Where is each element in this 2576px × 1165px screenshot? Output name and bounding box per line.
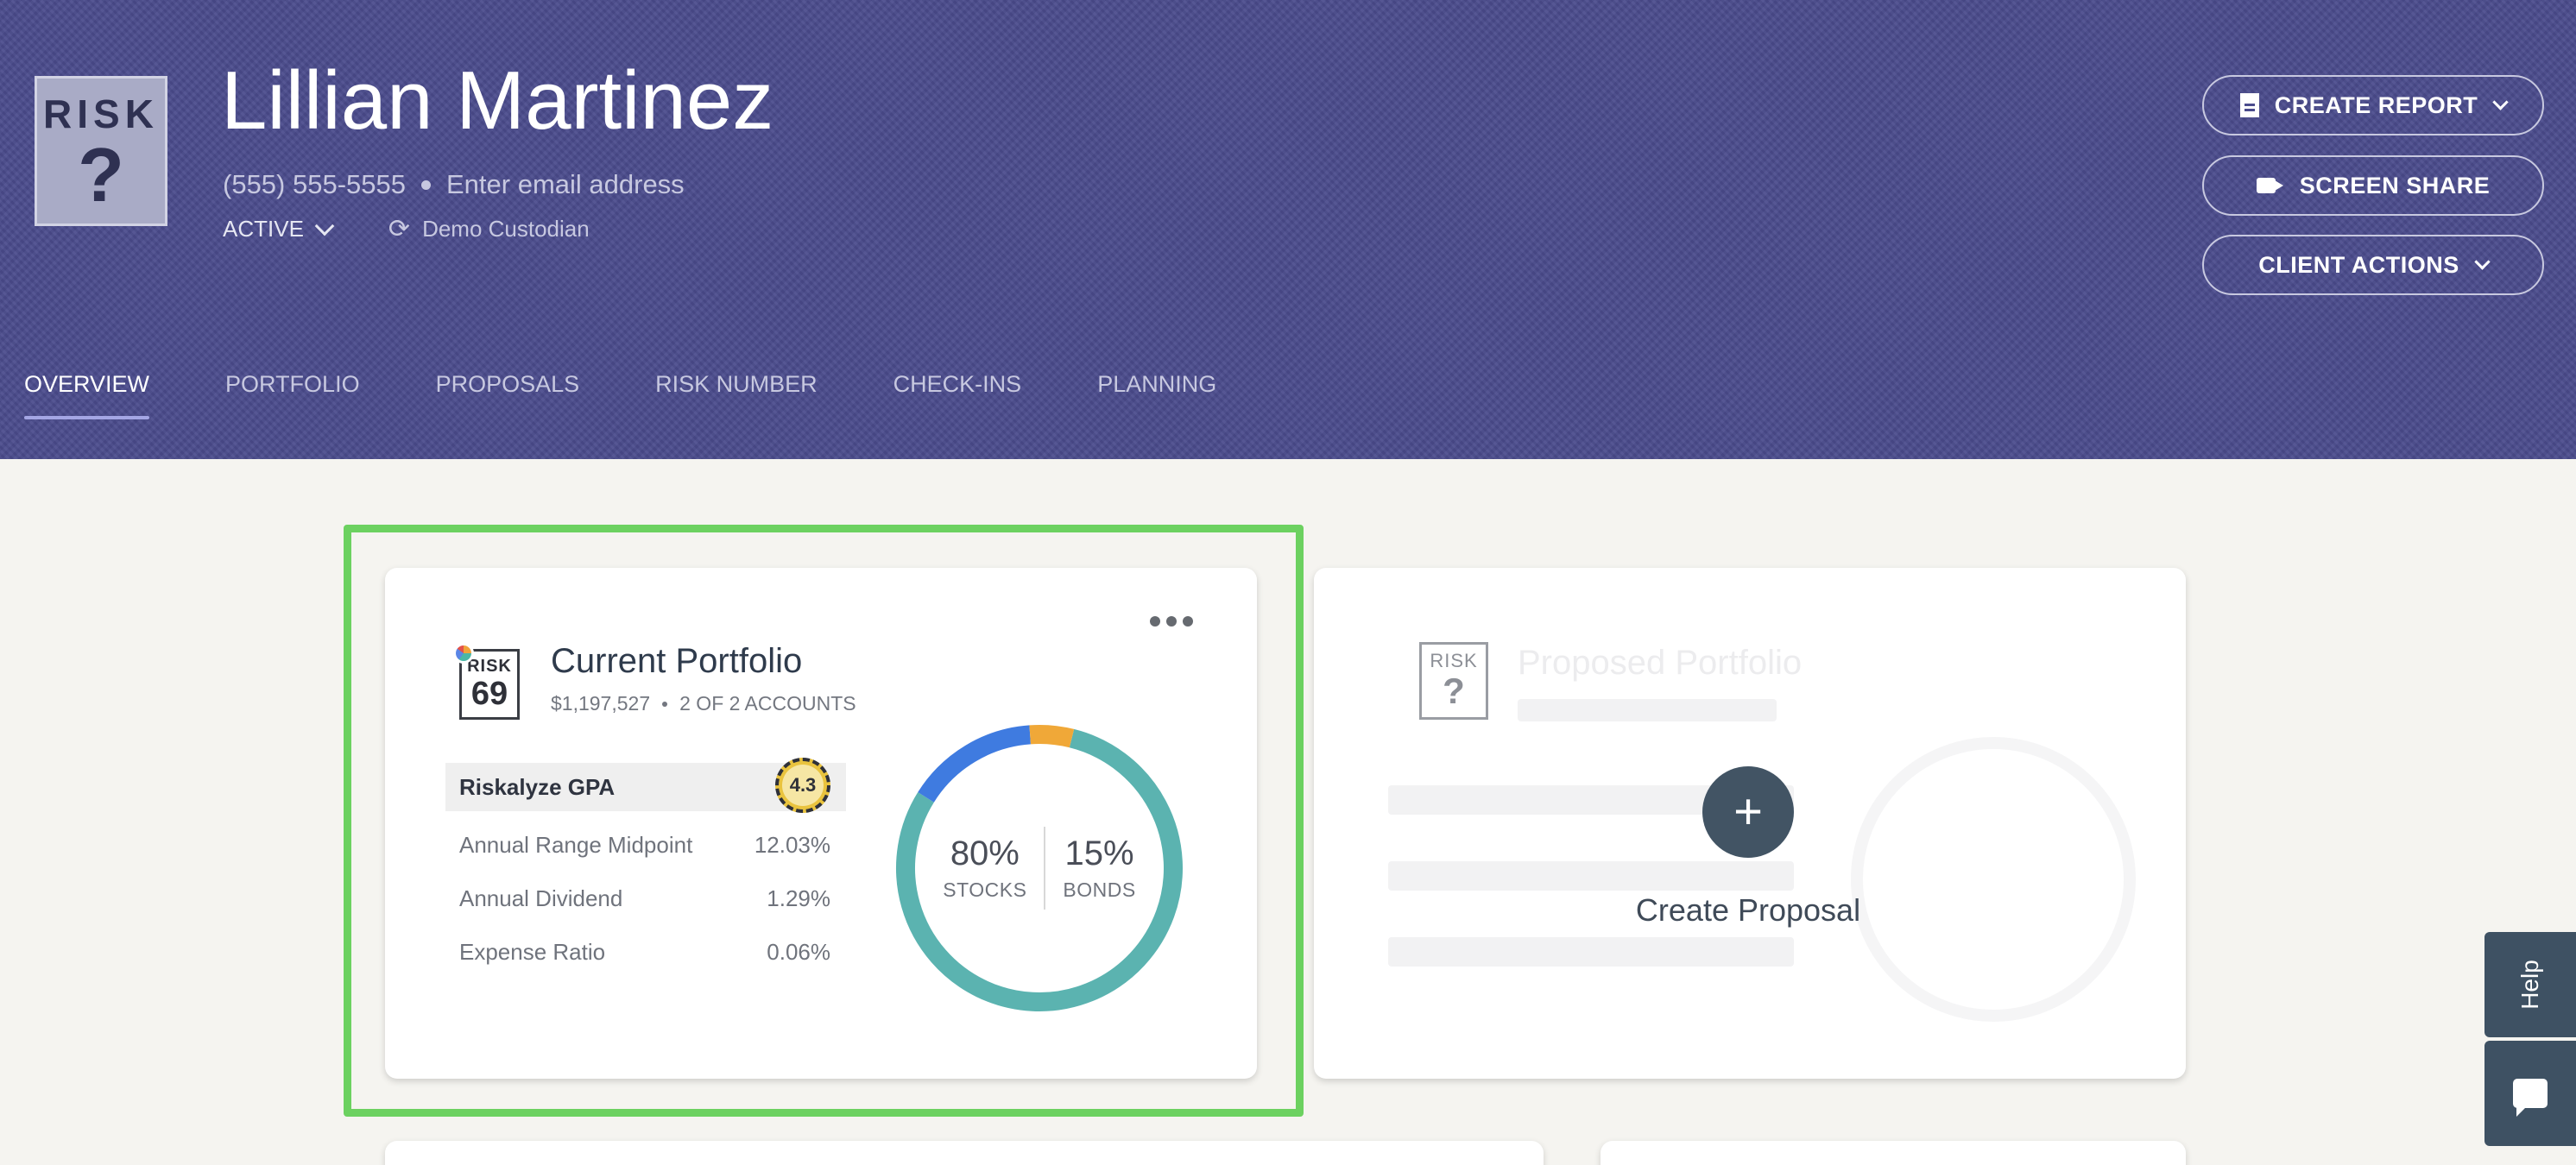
client-tabs: OVERVIEW PORTFOLIO PROPOSALS RISK NUMBER… (0, 362, 1292, 431)
bottom-card-left (385, 1141, 1544, 1165)
risk-number-tile: RISK 69 (453, 643, 520, 720)
phone-number[interactable]: (555) 555-5555 (223, 169, 406, 200)
riskalyze-gpa-row: Riskalyze GPA 4.3 (445, 758, 846, 813)
stocks-label: STOCKS (943, 878, 1027, 901)
client-header: RISK ? Lillian Martinez (555) 555-5555 E… (0, 0, 2576, 459)
metric-value: 0.06% (767, 939, 830, 965)
bonds-label: BONDS (1063, 878, 1136, 901)
current-portfolio-card[interactable]: RISK 69 Current Portfolio $1,197,527 2 O… (385, 568, 1257, 1079)
bonds-summary: 15% BONDS (1045, 834, 1152, 902)
video-camera-icon (2256, 178, 2283, 193)
chevron-down-icon (314, 216, 335, 236)
document-icon (2239, 93, 2259, 117)
metric-row: Annual Dividend 1.29% (459, 885, 830, 912)
proposed-portfolio-card: RISK ? Proposed Portfolio + Create Propo… (1314, 568, 2186, 1079)
create-report-label: CREATE REPORT (2274, 91, 2478, 118)
email-field[interactable]: Enter email address (446, 169, 685, 200)
portfolio-subtitle: $1,197,527 2 OF 2 ACCOUNTS (551, 692, 856, 715)
dot-icon (1166, 616, 1177, 627)
proposed-risk-tile: RISK ? (1419, 642, 1488, 720)
risk-tile-number: 69 (470, 676, 508, 712)
create-proposal-button[interactable]: + (1702, 766, 1794, 858)
placeholder-donut (1851, 737, 2136, 1022)
tab-proposals[interactable]: PROPOSALS (436, 362, 580, 431)
chevron-down-icon (2492, 94, 2509, 110)
sync-icon: ⟳ (388, 215, 411, 243)
metric-value: 1.29% (767, 885, 830, 911)
stocks-summary: 80% STOCKS (925, 834, 1044, 902)
placeholder-bar (1518, 699, 1777, 721)
separator-dot (662, 701, 668, 707)
allocation-summary: 80% STOCKS 15% BONDS (894, 723, 1184, 1013)
risk-badge-symbol: ? (78, 132, 124, 217)
screen-share-label: SCREEN SHARE (2299, 172, 2491, 198)
client-actions-label: CLIENT ACTIONS (2258, 251, 2459, 278)
gpa-value: 4.3 (789, 774, 817, 796)
help-label: Help (2516, 960, 2543, 1010)
separator-dot (421, 179, 431, 190)
metric-label: Annual Range Midpoint (459, 832, 693, 858)
help-button[interactable]: Help (2484, 932, 2576, 1037)
metric-label: Annual Dividend (459, 885, 623, 911)
client-actions-button[interactable]: CLIENT ACTIONS (2202, 235, 2544, 295)
chat-button[interactable] (2484, 1041, 2576, 1146)
create-report-button[interactable]: CREATE REPORT (2202, 75, 2544, 135)
bottom-card-right (1601, 1141, 2186, 1165)
chevron-down-icon (2474, 254, 2491, 270)
metric-row: Expense Ratio 0.06% (459, 939, 830, 966)
metric-label: Expense Ratio (459, 939, 606, 965)
status-row: ACTIVE ⟳ Demo Custodian (223, 214, 590, 244)
status-dropdown[interactable]: ACTIVE (223, 216, 335, 242)
more-options-button[interactable] (1150, 616, 1193, 627)
tab-overview[interactable]: OVERVIEW (24, 362, 150, 431)
current-portfolio-title: Current Portfolio (551, 642, 803, 680)
dot-icon (1150, 616, 1160, 627)
client-risk-badge: RISK ? (35, 76, 167, 226)
screen-share-button[interactable]: SCREEN SHARE (2202, 155, 2544, 216)
metric-row: Annual Range Midpoint 12.03% (459, 832, 830, 859)
gpa-label: Riskalyze GPA (459, 773, 616, 800)
tab-risk-number[interactable]: RISK NUMBER (655, 362, 818, 431)
dot-icon (1183, 616, 1193, 627)
risk-tile-word: RISK (1430, 650, 1478, 671)
tab-portfolio[interactable]: PORTFOLIO (225, 362, 360, 431)
tab-planning[interactable]: PLANNING (1097, 362, 1216, 431)
proposed-portfolio-title: Proposed Portfolio (1518, 644, 1803, 682)
metric-value: 12.03% (754, 832, 830, 858)
status-label: ACTIVE (223, 216, 304, 242)
allocation-ring-icon (453, 643, 474, 664)
placeholder-bar (1388, 937, 1794, 967)
create-proposal-label[interactable]: Create Proposal (1573, 892, 1923, 929)
placeholder-bar (1388, 861, 1794, 891)
client-name[interactable]: Lillian Martinez (221, 54, 773, 148)
stocks-percent: 80% (950, 834, 1020, 872)
tab-check-ins[interactable]: CHECK-INS (893, 362, 1022, 431)
gpa-badge-icon: 4.3 (775, 758, 830, 813)
chat-bubble-icon (2513, 1079, 2548, 1117)
risk-badge-word: RISK (43, 91, 159, 136)
portfolio-value: $1,197,527 (551, 692, 651, 715)
custodian-label: Demo Custodian (422, 216, 590, 242)
risk-tile-symbol: ? (1443, 671, 1465, 711)
contact-row: (555) 555-5555 Enter email address (223, 169, 685, 200)
bonds-percent: 15% (1064, 834, 1134, 872)
custodian-info: ⟳ Demo Custodian (388, 214, 590, 244)
accounts-count: 2 OF 2 ACCOUNTS (679, 692, 856, 715)
